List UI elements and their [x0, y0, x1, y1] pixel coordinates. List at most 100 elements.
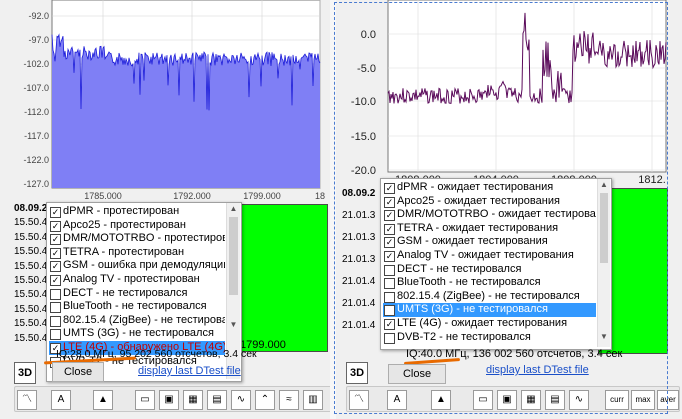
checkbox-checked-icon[interactable]: ✓ [50, 220, 61, 232]
checklist-item[interactable]: DVB-T2 - не тестировался [383, 331, 596, 345]
checklist-item-label: DMR/MOTOTRBO - ожидает тестирования [397, 208, 596, 221]
graph-icon[interactable]: ▲ [93, 390, 113, 410]
checklist-item[interactable]: UMTS (3G) - не тестировался [383, 303, 596, 317]
aver-mode-button[interactable]: aver [657, 390, 679, 410]
scroll-down-icon[interactable]: ▼ [598, 331, 610, 343]
curr-mode-button[interactable]: curr [605, 390, 629, 410]
folder-open-icon[interactable]: ▭ [473, 390, 493, 410]
max-mode-icon[interactable]: ⌃ [255, 390, 275, 410]
save-icon[interactable]: ▣ [159, 390, 179, 410]
scroll-thumb[interactable] [600, 193, 608, 263]
chart-select-icon[interactable]: 〽 [17, 390, 37, 410]
checkbox-unchecked-icon[interactable] [384, 291, 395, 303]
protocol-checklist-right[interactable]: ✓ dPMR - ожидает тестирования ✓ Apco25 - ож… [383, 181, 596, 345]
y-tick-label: -20.0 [351, 165, 376, 177]
ruler-icon[interactable]: ▥ [303, 390, 323, 410]
filter-icon[interactable]: A [51, 390, 71, 410]
display-dtest-link-left[interactable]: display last DTest file [138, 365, 241, 377]
checklist-item[interactable]: ✓ Analog TV - ожидает тестирования [383, 249, 596, 263]
scroll-up-icon[interactable]: ▲ [598, 179, 610, 191]
spectrum-icon[interactable]: ∿ [569, 390, 589, 410]
checklist-item[interactable]: UMTS (3G) - не тестировался [49, 327, 225, 341]
checkbox-unchecked-icon[interactable] [384, 264, 395, 276]
checkbox-checked-icon[interactable]: ✓ [384, 250, 395, 262]
checklist-item[interactable]: DECT - не тестировался [49, 287, 225, 301]
x-tick-label: 1792.000 [173, 191, 211, 201]
folder-open-icon[interactable]: ▭ [135, 390, 155, 410]
checklist-item-label: DECT - не тестировался [63, 286, 188, 299]
export-icon[interactable]: ▦ [521, 390, 541, 410]
checkbox-unchecked-icon[interactable] [50, 288, 61, 300]
checkbox-unchecked-icon[interactable] [50, 315, 61, 327]
scroll-thumb[interactable] [229, 217, 238, 295]
table-icon[interactable]: ▤ [545, 390, 565, 410]
checklist-item[interactable]: ✓ GSM - ожидает тестирования [383, 235, 596, 249]
checklist-item[interactable]: ✓ DMR/MOTOTRBO - протестирован [49, 232, 225, 246]
checklist-item[interactable]: ✓ DMR/MOTOTRBO - ожидает тестирования [383, 208, 596, 222]
checkbox-checked-icon[interactable]: ✓ [384, 237, 395, 249]
checkbox-checked-icon[interactable]: ✓ [50, 247, 61, 259]
checklist-item[interactable]: 802.15.4 (ZigBee) - не тестировался [383, 290, 596, 304]
checkbox-checked-icon[interactable]: ✓ [50, 261, 61, 273]
checklist-item[interactable]: ✓ GSM - ошибка при демодуляции [49, 259, 225, 273]
checkbox-unchecked-icon[interactable] [384, 305, 395, 317]
table-icon[interactable]: ▤ [207, 390, 227, 410]
checkbox-unchecked-icon[interactable] [384, 278, 395, 290]
checkbox-checked-icon[interactable]: ✓ [50, 207, 61, 218]
graph-icon[interactable]: ▲ [431, 390, 451, 410]
close-button-right[interactable]: Close [388, 364, 446, 384]
checklist-item[interactable]: ✓ TETRA - протестирован [49, 246, 225, 260]
x-tick-label: 1785.000 [84, 191, 122, 201]
checkbox-checked-icon[interactable]: ✓ [50, 274, 61, 286]
aver-mode-icon[interactable]: ≈ [279, 390, 299, 410]
checklist-item[interactable]: ✓ Apco25 - протестирован [49, 219, 225, 233]
checklist-item-label: TETRA - ожидает тестирования [397, 221, 559, 234]
checklist-item[interactable]: ✓ LTE (4G) - ожидает тестирования [383, 317, 596, 331]
close-button-left[interactable]: Close [52, 362, 104, 382]
export-icon[interactable]: ▦ [183, 390, 203, 410]
checklist-item[interactable]: 802.15.4 (ZigBee) - не тестировался [49, 314, 225, 328]
3d-view-button-right[interactable]: 3D [346, 362, 368, 384]
y-tick-label: -127.0 [23, 179, 49, 189]
checklist-item-label: Analog TV - протестирован [63, 272, 200, 285]
checklist-item[interactable]: DECT - не тестировался [383, 263, 596, 277]
log-row-time: 21.01.3 [342, 210, 376, 221]
checkbox-checked-icon[interactable]: ✓ [384, 210, 395, 222]
iq-chart-right: 0.0-5.0-10.0-15.0-20.0 1808.0001804.0001… [336, 0, 682, 190]
checkbox-unchecked-icon[interactable] [50, 302, 61, 314]
checklist-item[interactable]: ✓ Analog TV - протестирован [49, 273, 225, 287]
filter-icon[interactable]: A [387, 390, 407, 410]
max-mode-button[interactable]: max [631, 390, 655, 410]
checklist-item-label: LTE (4G) - ожидает тестирования [397, 316, 568, 329]
checklist-item[interactable]: ✓ TETRA - ожидает тестирования [383, 222, 596, 236]
scroll-up-icon[interactable]: ▲ [227, 203, 240, 215]
chart-select-icon[interactable]: 〽 [349, 390, 369, 410]
checkbox-checked-icon[interactable]: ✓ [384, 318, 395, 330]
checklist-item[interactable]: BlueTooth - не тестировался [383, 276, 596, 290]
checklist-item-label: dPMR - протестирован [63, 205, 180, 217]
y-tick-label: -15.0 [351, 131, 376, 143]
y-tick-label: -5.0 [357, 63, 376, 75]
3d-view-button-left[interactable]: 3D [14, 362, 36, 384]
checkbox-checked-icon[interactable]: ✓ [384, 196, 395, 208]
display-dtest-link-right[interactable]: display last DTest file [486, 364, 589, 376]
checkbox-checked-icon[interactable]: ✓ [384, 183, 395, 194]
curr-mode-icon[interactable]: ∿ [231, 390, 251, 410]
checklist-item[interactable]: ✓ dPMR - ожидает тестирования [383, 181, 596, 195]
log-row-time: 21.01.4 [342, 298, 376, 309]
checklist-item[interactable]: ✓ dPMR - протестирован [49, 205, 225, 219]
checklist-item[interactable]: ✓ Apco25 - ожидает тестирования [383, 195, 596, 209]
checklist-item[interactable]: BlueTooth - не тестировался [49, 300, 225, 314]
log-row-time: 15.50.4 [14, 275, 48, 286]
scrollbar-right[interactable]: ▲ ▼ [597, 179, 610, 347]
toolbar-right: 〽 A ▲ ▭ ▣ ▦ ▤ ∿ curr max aver [346, 386, 680, 412]
checkbox-unchecked-icon[interactable] [384, 332, 395, 344]
save-icon[interactable]: ▣ [497, 390, 517, 410]
log-row-time: 15.50.4 [14, 246, 48, 258]
checkbox-unchecked-icon[interactable] [50, 329, 61, 341]
scroll-down-icon[interactable]: ▼ [227, 319, 240, 331]
protocol-checklist-left[interactable]: ✓ dPMR - протестирован ✓ Apco25 - протестир… [49, 205, 225, 369]
checkbox-checked-icon[interactable]: ✓ [384, 223, 395, 235]
checklist-item-label: DMR/MOTOTRBO - протестирован [63, 232, 225, 245]
checkbox-checked-icon[interactable]: ✓ [50, 234, 61, 246]
